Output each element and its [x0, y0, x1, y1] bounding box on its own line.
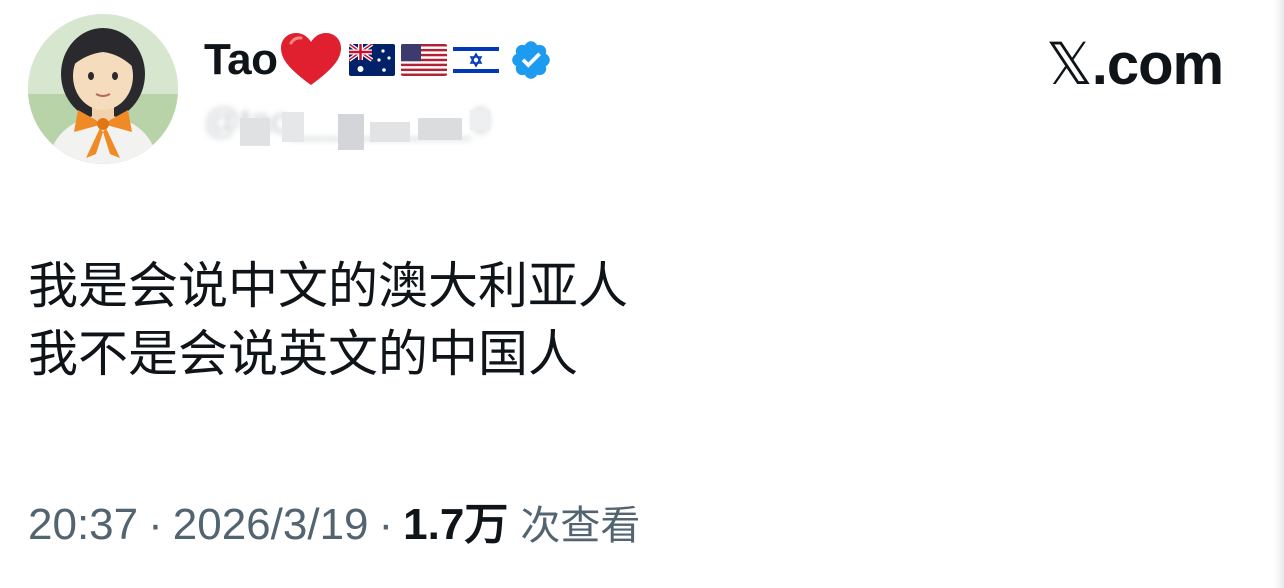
views-count[interactable]: 1.7万 [403, 488, 508, 552]
x-com-logo: 𝕏.com [1046, 30, 1224, 98]
meta-separator: · [148, 500, 163, 549]
tweet-line: 我是会说中文的澳大利亚人 [28, 257, 628, 315]
tweet-date[interactable]: 2026/3/19 [173, 500, 369, 550]
handle-redaction [240, 110, 490, 150]
tweet-text: 我是会说中文的澳大利亚人 我不是会说英文的中国人 [28, 252, 628, 388]
avatar[interactable] [28, 14, 178, 164]
x-logo-glyph: 𝕏 [1046, 30, 1093, 98]
avatar-image [28, 14, 178, 164]
views-label: 次查看 [520, 503, 641, 549]
tweet-meta: 20:37 · 2026/3/19 · 1.7万 次查看 [28, 488, 640, 552]
screen-edge [1274, 0, 1284, 588]
tweet-line: 我不是会说英文的中国人 [28, 325, 578, 383]
usa-flag-icon [401, 44, 448, 76]
tweet-time[interactable]: 20:37 [28, 500, 138, 550]
brand-domain: .com [1091, 32, 1224, 97]
author-name-row[interactable]: Tao [204, 30, 553, 90]
heart-emoji-icon [281, 33, 342, 85]
israel-flag-icon [453, 44, 500, 76]
meta-separator: · [378, 500, 394, 549]
australia-flag-icon [349, 44, 396, 76]
verified-badge-icon[interactable] [509, 38, 553, 82]
display-name[interactable]: Tao [204, 35, 278, 85]
